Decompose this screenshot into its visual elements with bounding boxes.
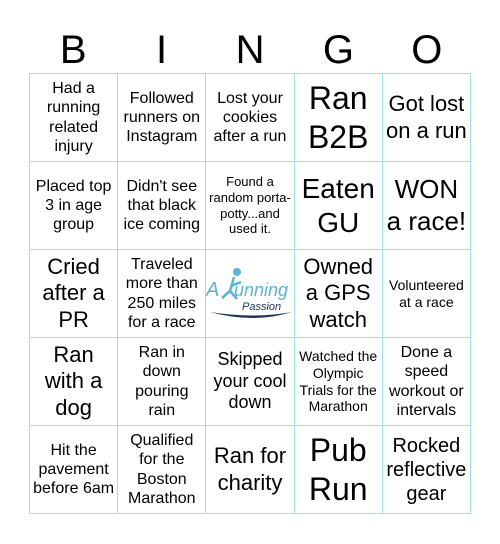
bingo-cell[interactable]: Got lost on a run — [382, 74, 471, 162]
bingo-cell[interactable]: Traveled more than 250 miles for a race — [118, 250, 207, 338]
cell-text: Ran B2B — [307, 80, 369, 155]
bingo-cell[interactable]: Ran with a dog — [30, 338, 119, 426]
bingo-header: BINGO — [29, 28, 471, 72]
cell-text: Didn't see that black ice coming — [123, 177, 201, 234]
cell-text: Cried after a PR — [42, 253, 105, 332]
cell-text: Found a random porta-potty...and used it… — [209, 174, 291, 237]
cell-text: Had a running related injury — [46, 80, 101, 155]
bingo-cell[interactable]: Eaten GU — [294, 162, 383, 250]
bingo-cell[interactable]: WON a race! — [382, 162, 471, 250]
bingo-cell[interactable]: Hit the pavement before 6am — [30, 426, 119, 514]
cell-text: Volunteered at a race — [389, 276, 464, 310]
runner-logo-icon: Aunning Passion — [206, 264, 293, 324]
bingo-cell[interactable]: Lost your cookies after a run — [206, 74, 295, 162]
cell-text: Hit the pavement before 6am — [33, 441, 115, 498]
bingo-cell[interactable]: Didn't see that black ice coming — [118, 162, 207, 250]
header-letter: O — [411, 28, 443, 72]
cell-text: Ran with a dog — [44, 341, 103, 420]
bingo-cell[interactable]: Watched the Olympic Trials for the Marat… — [294, 338, 383, 426]
cell-text: Placed top 3 in age group — [35, 177, 112, 234]
bingo-cell[interactable]: Rocked reflective gear — [382, 426, 471, 514]
bingo-cell[interactable]: Ran in down pouring rain — [118, 338, 207, 426]
cell-text: Watched the Olympic Trials for the Marat… — [299, 347, 378, 415]
cell-text: Skipped your cool down — [213, 349, 287, 413]
cell-text: Ran for charity — [213, 443, 287, 495]
cell-text: Done a speed workout or intervals — [389, 344, 464, 419]
cell-text: Got lost on a run — [386, 91, 467, 143]
bingo-cell[interactable]: Owned a GPS watch — [294, 250, 383, 338]
bingo-cell[interactable]: Skipped your cool down — [206, 338, 295, 426]
bingo-card: Had a running related injury Followed run… — [29, 73, 471, 514]
header-letter: B — [59, 28, 87, 72]
bingo-cell[interactable]: Ran B2B — [294, 74, 383, 162]
bingo-cell[interactable]: Volunteered at a race — [382, 250, 471, 338]
cell-text: Pub Run — [308, 432, 368, 507]
bingo-cell[interactable]: Ran for charity — [206, 426, 295, 514]
header-letter: N — [235, 28, 265, 72]
cell-text: Traveled more than 250 miles for a race — [125, 256, 198, 331]
cell-text: Rocked reflective gear — [386, 434, 467, 505]
cell-text: Owned a GPS watch — [303, 253, 374, 332]
cell-text: Eaten GU — [301, 172, 375, 238]
cell-text: Followed runners on Instagram — [123, 89, 201, 146]
header-letter: I — [156, 28, 168, 72]
svg-text:unning: unning — [234, 280, 288, 300]
bingo-cell[interactable]: Followed runners on Instagram — [118, 74, 207, 162]
header-letter: G — [322, 28, 354, 72]
free-space-cell[interactable]: Aunning Passion — [206, 250, 295, 338]
bingo-cell[interactable]: Cried after a PR — [30, 250, 119, 338]
bingo-cell[interactable]: Done a speed workout or intervals — [382, 338, 471, 426]
cell-text: Qualified for the Boston Marathon — [127, 432, 196, 507]
bingo-cell[interactable]: Qualified for the Boston Marathon — [118, 426, 207, 514]
bingo-cell[interactable]: Pub Run — [294, 426, 383, 514]
bingo-cell[interactable]: Placed top 3 in age group — [30, 162, 119, 250]
bingo-cell[interactable]: Had a running related injury — [30, 74, 119, 162]
svg-text:A: A — [206, 279, 219, 301]
cell-text: Lost your cookies after a run — [213, 89, 287, 146]
cell-text: Ran in down pouring rain — [135, 344, 189, 419]
svg-text:Passion: Passion — [242, 301, 281, 313]
bingo-cell[interactable]: Found a random porta-potty...and used it… — [206, 162, 295, 250]
cell-text: WON a race! — [386, 174, 467, 236]
